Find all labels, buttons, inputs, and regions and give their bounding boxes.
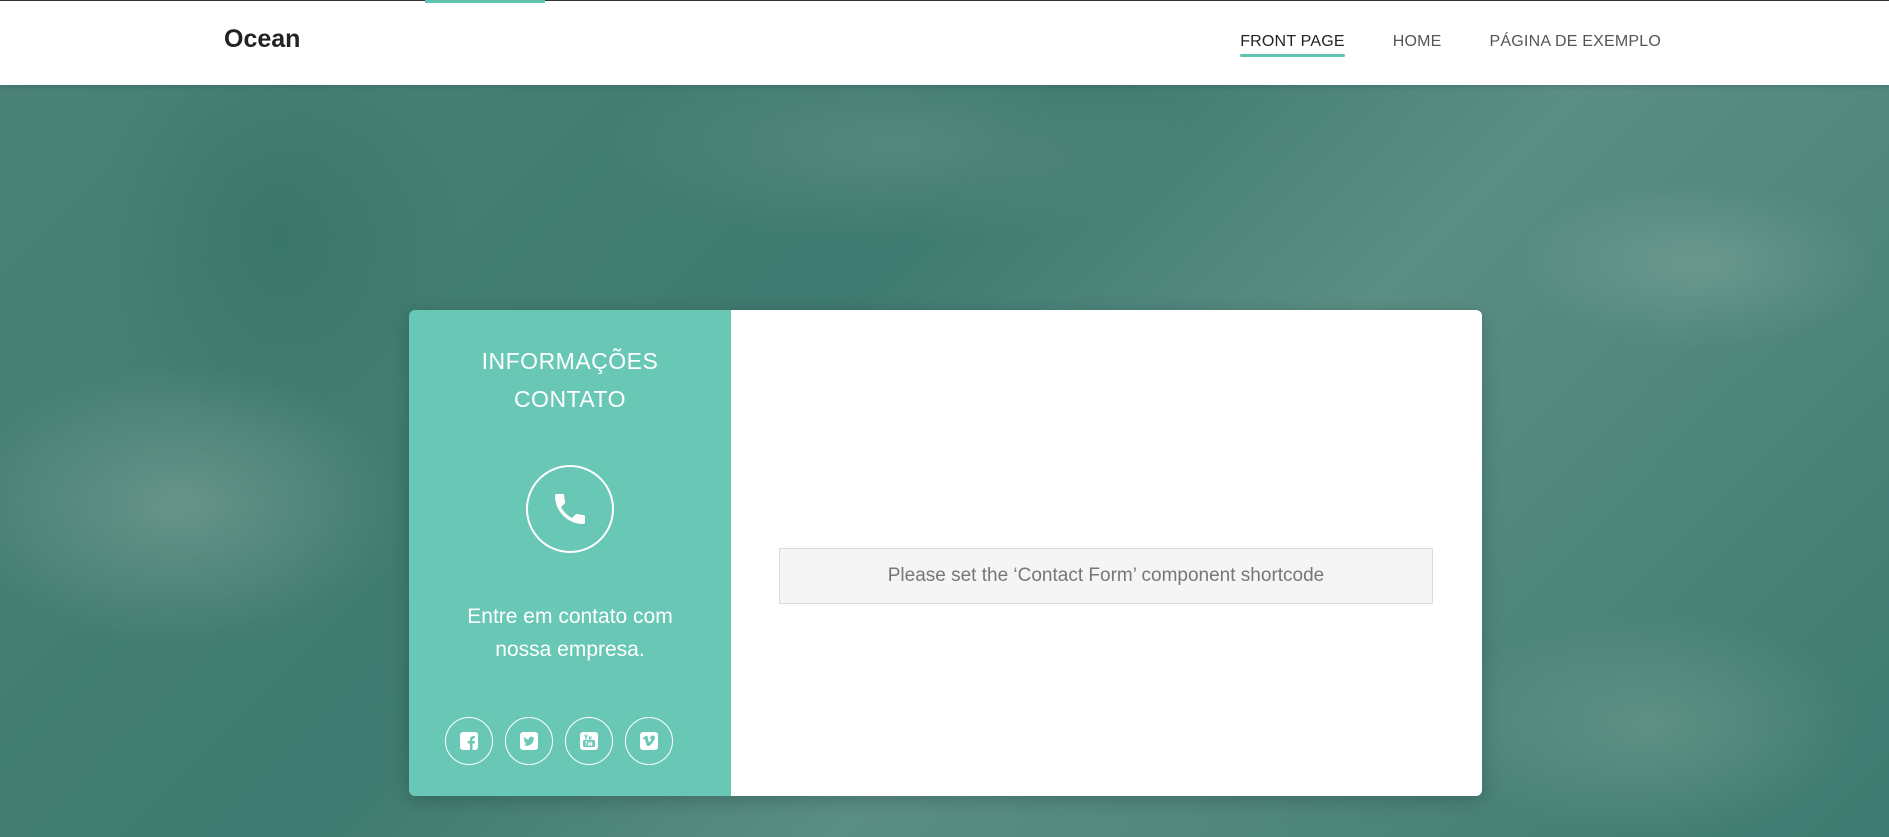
contact-info-panel: INFORMAÇÕES CONTATO Entre em contato com… xyxy=(409,310,731,796)
vimeo-icon[interactable] xyxy=(625,717,673,765)
social-links xyxy=(445,717,673,765)
contact-info-title: INFORMAÇÕES CONTATO xyxy=(409,342,731,418)
contact-form-panel: Please set the ‘Contact Form’ component … xyxy=(731,310,1482,796)
site-logo[interactable]: Ocean xyxy=(224,25,300,54)
window-top-border xyxy=(0,0,1889,1)
facebook-icon[interactable] xyxy=(445,717,493,765)
contact-form-notice: Please set the ‘Contact Form’ component … xyxy=(779,548,1433,604)
nav-home[interactable]: HOME xyxy=(1393,33,1442,57)
contact-info-title-line1: INFORMAÇÕES xyxy=(481,348,659,374)
nav-front-page[interactable]: FRONT PAGE xyxy=(1240,33,1345,57)
contact-card: INFORMAÇÕES CONTATO Entre em contato com… xyxy=(409,310,1482,796)
twitter-icon[interactable] xyxy=(505,717,553,765)
phone-icon xyxy=(526,465,614,553)
main-nav: FRONT PAGE HOME PÁGINA DE EXEMPLO xyxy=(1240,33,1661,57)
youtube-icon[interactable] xyxy=(565,717,613,765)
contact-info-text: Entre em contato com nossa empresa. xyxy=(467,605,673,661)
contact-info-title-line2: CONTATO xyxy=(513,386,627,412)
loading-accent-bar xyxy=(425,0,545,3)
site-header: Ocean FRONT PAGE HOME PÁGINA DE EXEMPLO xyxy=(0,1,1889,85)
hero-background: INFORMAÇÕES CONTATO Entre em contato com… xyxy=(0,85,1889,837)
nav-pagina-de-exemplo[interactable]: PÁGINA DE EXEMPLO xyxy=(1490,33,1661,57)
